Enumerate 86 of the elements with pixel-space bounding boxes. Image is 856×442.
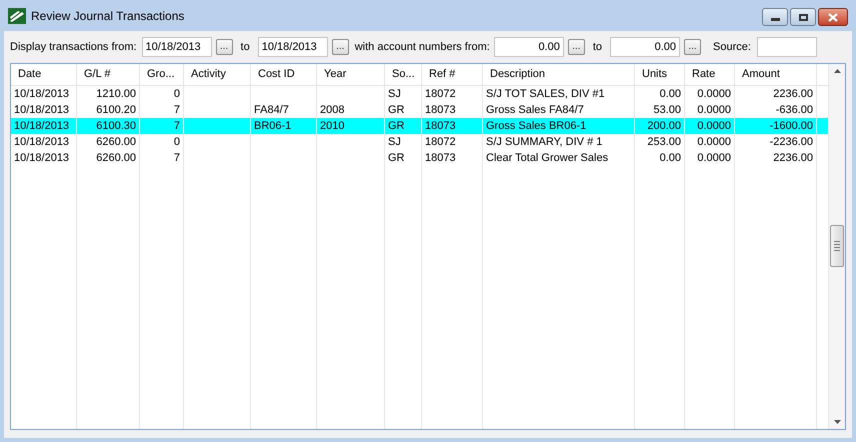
source-field[interactable]: [756, 37, 817, 57]
table-cell-text: 1210.00: [96, 86, 136, 102]
table-cell-text: S/J TOT SALES, DIV #1: [486, 86, 605, 102]
browse-button[interactable]: ...: [684, 39, 702, 55]
table-cell-text: 2236.00: [773, 150, 813, 166]
table-cell-text: 18073: [425, 102, 456, 118]
column-header[interactable]: Description: [483, 64, 635, 85]
table-cell-text: GR: [388, 118, 404, 134]
table-cell-text: Clear Total Grower Sales: [486, 150, 608, 166]
table-cell-text: 7: [174, 118, 180, 134]
browse-button[interactable]: ...: [216, 39, 233, 55]
scroll-up-icon[interactable]: [834, 69, 840, 73]
table-cell-text: 2010: [320, 118, 344, 134]
table-cell-text: -2236.00: [770, 134, 813, 150]
table-cell-text: Gross Sales FA84/7: [486, 102, 584, 118]
table-cell-text: 0.0000: [697, 102, 731, 118]
table-cell-text: 2236.00: [773, 86, 813, 102]
table-cell-text: 0.0000: [697, 134, 731, 150]
table-cell-text: 18073: [425, 150, 456, 166]
table-cell-text: 0.0000: [697, 118, 731, 134]
table-cell-text: 0.0000: [697, 86, 731, 102]
table-cell-text: 0.00: [660, 86, 681, 102]
column-header[interactable]: Units: [635, 64, 685, 85]
from-label: Display transactions from:: [10, 40, 137, 55]
column-header[interactable]: Ref #: [422, 64, 483, 85]
column-header[interactable]: Gro...: [140, 64, 184, 85]
column-header[interactable]: Year: [317, 64, 385, 85]
table-cell-text: 18072: [425, 134, 456, 150]
table-cell-text: S/J SUMMARY, DIV # 1: [486, 134, 602, 150]
table-cell-text: 53.00: [653, 102, 681, 118]
table-cell-text: 10/18/2013: [14, 150, 70, 166]
logo-icon: [8, 8, 26, 24]
table-cell-text: 0.0000: [697, 150, 731, 166]
to-label: to: [592, 40, 602, 55]
from-date-field[interactable]: 10/18/2013: [142, 37, 212, 57]
table-cell-text: 253.00: [647, 134, 681, 150]
column-header[interactable]: Date: [11, 64, 77, 85]
close-button[interactable]: [818, 8, 848, 26]
table-cell-text: 18072: [425, 86, 456, 102]
table-cell-text: 18073: [425, 118, 456, 134]
table-cell-text: 7: [174, 150, 180, 166]
table-cell-text: 6260.00: [96, 150, 136, 166]
table-cell-text: -1600.00: [770, 118, 813, 134]
scroll-thumb[interactable]: [830, 225, 844, 267]
table-cell-text: 7: [174, 102, 180, 118]
account-from-field[interactable]: 0.00: [494, 37, 564, 57]
scrollbar[interactable]: [828, 64, 845, 429]
to-date-field[interactable]: 10/18/2013: [258, 37, 328, 57]
table-cell-text: 0.00: [660, 150, 681, 166]
table-cell-text: GR: [388, 150, 404, 166]
column-header[interactable]: Rate: [685, 64, 735, 85]
table-cell-text: GR: [388, 102, 404, 118]
table-cell-text: 200.00: [647, 118, 681, 134]
table-cell-text: SJ: [388, 134, 401, 150]
minimize-button[interactable]: [762, 8, 788, 26]
table-row[interactable]: 10/18/2013 6100.30 7 BR06-1 2010 GR 18073 Gross Sales BR06-1 200.00 0.0000 -1600.00: [11, 118, 828, 134]
table-cell-text: BR06-1: [254, 118, 292, 134]
browse-button[interactable]: ...: [568, 39, 585, 55]
table-cell-text: SJ: [388, 86, 401, 102]
table-cell-text: 6260.00: [96, 134, 136, 150]
column-header[interactable]: Activity: [184, 64, 251, 85]
column-header[interactable]: Cost ID: [251, 64, 317, 85]
table-cell-text: 10/18/2013: [14, 118, 70, 134]
table-cell-text: 0: [174, 134, 180, 150]
maximize-button[interactable]: [790, 8, 816, 26]
column-header[interactable]: Amount: [735, 64, 817, 85]
close-icon: [828, 12, 838, 22]
table-cell-text: 2008: [320, 102, 344, 118]
browse-button[interactable]: ...: [332, 39, 349, 55]
table-cell-text: Gross Sales BR06-1: [486, 118, 586, 134]
table-cell-text: 0: [174, 86, 180, 102]
table-cell-text: -636.00: [776, 102, 813, 118]
window-title: Review Journal Transactions: [31, 8, 184, 24]
table-cell-text: 10/18/2013: [14, 86, 70, 102]
column-header[interactable]: G/L #: [77, 64, 140, 85]
table-cell-text: 10/18/2013: [14, 102, 70, 118]
table-cell-text: 10/18/2013: [14, 134, 70, 150]
accounts-label: with account numbers from:: [354, 40, 490, 55]
scroll-down-icon[interactable]: [834, 420, 840, 424]
table-cell-text: 6100.20: [96, 102, 136, 118]
column-header[interactable]: So...: [385, 64, 422, 85]
account-to-field[interactable]: 0.00: [610, 37, 680, 57]
table-cell-text: FA84/7: [254, 102, 289, 118]
source-label: Source:: [713, 40, 751, 55]
to-label: to: [240, 40, 250, 55]
table-cell-text: 6100.30: [96, 118, 136, 134]
